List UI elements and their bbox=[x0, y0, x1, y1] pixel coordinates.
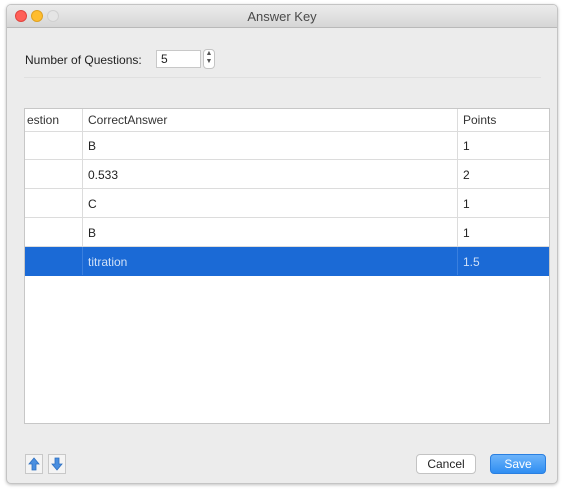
cell-divider bbox=[457, 247, 458, 275]
cell-divider bbox=[82, 131, 83, 159]
points-cell[interactable]: 1.5 bbox=[463, 255, 480, 269]
table-header: estion CorrectAnswer Points bbox=[25, 109, 549, 132]
column-header-question[interactable]: estion bbox=[27, 113, 59, 127]
cell-divider bbox=[457, 218, 458, 246]
number-of-questions-label: Number of Questions: bbox=[25, 53, 142, 67]
points-cell[interactable]: 1 bbox=[463, 226, 470, 240]
number-of-questions-field[interactable] bbox=[156, 50, 201, 68]
title-bar: Answer Key bbox=[7, 5, 557, 28]
cell-divider bbox=[457, 189, 458, 217]
cancel-button[interactable]: Cancel bbox=[416, 454, 476, 474]
column-divider[interactable] bbox=[457, 109, 458, 131]
answer-cell[interactable]: B bbox=[88, 139, 96, 153]
stepper-up-icon[interactable]: ▲ bbox=[204, 50, 214, 58]
points-cell[interactable]: 1 bbox=[463, 197, 470, 211]
stepper-down-icon[interactable]: ▼ bbox=[204, 58, 214, 66]
answer-key-dialog: Answer Key Number of Questions: ▲ ▼ esti… bbox=[6, 4, 558, 484]
arrow-down-icon bbox=[51, 457, 63, 471]
table-row[interactable]: B 1 bbox=[25, 218, 549, 247]
cell-divider bbox=[82, 160, 83, 188]
cell-divider bbox=[82, 218, 83, 246]
column-header-correct-answer[interactable]: CorrectAnswer bbox=[88, 113, 167, 127]
answer-cell[interactable]: B bbox=[88, 226, 96, 240]
save-button[interactable]: Save bbox=[490, 454, 546, 474]
table-row[interactable]: 0.533 2 bbox=[25, 160, 549, 189]
number-of-questions-stepper[interactable]: ▲ ▼ bbox=[203, 49, 215, 69]
move-up-button[interactable] bbox=[25, 454, 43, 474]
points-cell[interactable]: 1 bbox=[463, 139, 470, 153]
cell-divider bbox=[457, 131, 458, 159]
table-row[interactable]: C 1 bbox=[25, 189, 549, 218]
points-cell[interactable]: 2 bbox=[463, 168, 470, 182]
table-row[interactable]: B 1 bbox=[25, 131, 549, 160]
separator bbox=[24, 77, 541, 78]
arrow-up-icon bbox=[28, 457, 40, 471]
cell-divider bbox=[457, 160, 458, 188]
cell-divider bbox=[82, 189, 83, 217]
cell-divider bbox=[82, 247, 83, 275]
column-header-points[interactable]: Points bbox=[463, 113, 496, 127]
column-divider[interactable] bbox=[82, 109, 83, 131]
answer-cell[interactable]: 0.533 bbox=[88, 168, 118, 182]
answer-table[interactable]: estion CorrectAnswer Points B 1 0.533 2 … bbox=[24, 108, 550, 424]
answer-cell[interactable]: titration bbox=[88, 255, 127, 269]
move-down-button[interactable] bbox=[48, 454, 66, 474]
window-title: Answer Key bbox=[247, 9, 317, 24]
answer-cell[interactable]: C bbox=[88, 197, 97, 211]
table-row-selected[interactable]: titration 1.5 bbox=[25, 247, 549, 276]
